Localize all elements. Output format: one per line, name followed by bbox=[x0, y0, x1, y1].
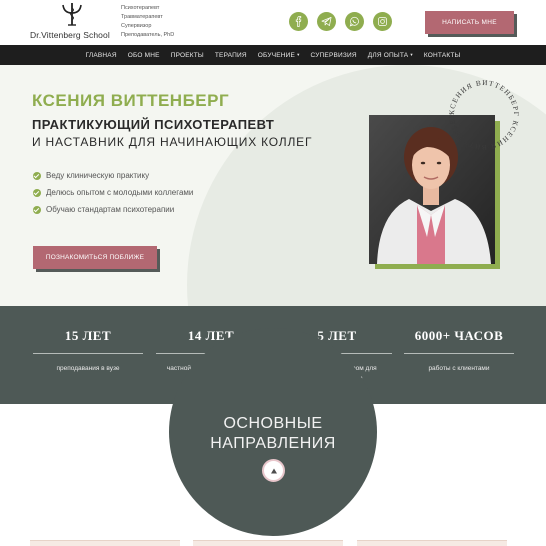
credential-line: Супервизор bbox=[121, 23, 152, 29]
nav-label: ДЛЯ ОПЫТА bbox=[367, 51, 409, 59]
hero-section: КСЕНИЯ ВИТТЕНБЕРГ ПРАКТИКУЮЩИЙ ПСИХОТЕРА… bbox=[0, 65, 546, 306]
logo-name: Dr.Vittenberg School bbox=[30, 30, 110, 40]
logo[interactable]: Dr.Vittenberg School bbox=[30, 2, 116, 42]
nav-item-about[interactable]: ОБО МНЕ bbox=[122, 52, 165, 59]
hero-subtitle: ПРАКТИКУЮЩИЙ ПСИХОТЕРАПЕВТ bbox=[32, 117, 275, 132]
site-header: Dr.Vittenberg School Психотерапевт Травм… bbox=[0, 0, 546, 45]
stat-description: работы с клиентами bbox=[428, 365, 490, 372]
logo-credentials: Психотерапевт Травматерапевт Супервизор … bbox=[121, 4, 174, 40]
learn-more-button[interactable]: ПОЗНАКОМИТЬСЯ ПОБЛИЖЕ bbox=[33, 246, 157, 269]
bullet-text: Делюсь опытом с молодыми коллегами bbox=[46, 188, 194, 197]
stat-value: 15 ЛЕТ bbox=[64, 328, 112, 343]
nav-label: ГЛАВНАЯ bbox=[85, 51, 117, 59]
list-item: Делюсь опытом с молодыми коллегами bbox=[33, 188, 193, 197]
nav-label: ТЕРАПИЯ bbox=[214, 51, 247, 59]
whatsapp-link[interactable] bbox=[345, 12, 364, 31]
rotating-name-badge: КСЕНИЯ ВИТТЕНБЕРГ КСЕНИЯ ВИТТЕНБЕРГ bbox=[444, 75, 520, 151]
nav-item-supervision[interactable]: СУПЕРВИЗИЯ bbox=[305, 52, 362, 59]
check-icon bbox=[33, 205, 41, 214]
svg-text:КСЕНИЯ ВИТТЕНБЕРГ КСЕНИЯ ВИТТЕ: КСЕНИЯ ВИТТЕНБЕРГ КСЕНИЯ ВИТТЕНБЕРГ bbox=[444, 75, 520, 151]
psi-logo-icon bbox=[62, 3, 82, 26]
caret-down-icon: ▾ bbox=[410, 52, 413, 57]
telegram-icon bbox=[321, 17, 332, 26]
nav-item-projects[interactable]: ПРОЕКТЫ bbox=[165, 52, 209, 59]
directions-title-line: НАПРАВЛЕНИЯ bbox=[210, 435, 336, 452]
direction-card[interactable] bbox=[193, 540, 343, 546]
stat-divider bbox=[33, 353, 143, 354]
social-links bbox=[289, 12, 392, 31]
direction-card[interactable] bbox=[30, 540, 180, 546]
facebook-icon bbox=[295, 16, 302, 27]
nav-label: КОНТАКТЫ bbox=[423, 51, 461, 59]
scroll-up-button[interactable] bbox=[262, 459, 285, 482]
nav-item-home[interactable]: ГЛАВНАЯ bbox=[80, 52, 122, 59]
check-icon bbox=[33, 188, 41, 197]
bullet-text: Веду клиническую практику bbox=[46, 171, 150, 180]
facebook-link[interactable] bbox=[289, 12, 308, 31]
credential-line: Травматерапевт bbox=[121, 14, 163, 20]
hero-subtitle-secondary: И НАСТАВНИК ДЛЯ НАЧИНАЮЩИХ КОЛЛЕГ bbox=[32, 135, 313, 149]
telegram-link[interactable] bbox=[317, 12, 336, 31]
circle-text: КСЕНИЯ ВИТТЕНБЕРГ КСЕНИЯ ВИТТЕНБЕРГ bbox=[444, 75, 519, 151]
instagram-icon bbox=[378, 17, 387, 26]
whatsapp-icon bbox=[349, 16, 359, 27]
stat-value: 6000+ ЧАСОВ bbox=[414, 328, 504, 343]
caret-down-icon: ▾ bbox=[297, 52, 300, 57]
hero-bullets: Веду клиническую практику Делюсь опытом … bbox=[33, 171, 193, 222]
list-item: Обучаю стандартам психотерапии bbox=[33, 205, 193, 214]
direction-card[interactable] bbox=[357, 540, 507, 546]
hero-name: КСЕНИЯ ВИТТЕНБЕРГ bbox=[32, 91, 230, 110]
stat-description: преподавания в вузе bbox=[56, 365, 120, 372]
nav-label: ОБУЧЕНИЕ bbox=[257, 51, 296, 59]
instagram-link[interactable] bbox=[373, 12, 392, 31]
write-me-button[interactable]: НАПИСАТЬ МНЕ bbox=[425, 11, 514, 34]
nav-label: СУПЕРВИЗИЯ bbox=[310, 51, 357, 59]
triangle-up-icon bbox=[270, 468, 277, 473]
nav-label: ПРОЕКТЫ bbox=[170, 51, 204, 59]
credential-line: Преподаватель, PhD bbox=[121, 32, 175, 38]
credential-line: Психотерапевт bbox=[121, 5, 160, 11]
main-nav: ГЛАВНАЯ ОБО МНЕ ПРОЕКТЫ ТЕРАПИЯ ОБУЧЕНИЕ… bbox=[0, 45, 546, 65]
directions-title-line: ОСНОВНЫЕ bbox=[223, 415, 323, 432]
check-icon bbox=[33, 171, 41, 180]
directions-title: ОСНОВНЫЕ НАПРАВЛЕНИЯ bbox=[169, 414, 377, 454]
nav-item-training[interactable]: ОБУЧЕНИЕ ▾ bbox=[252, 52, 305, 59]
nav-item-contacts[interactable]: КОНТАКТЫ bbox=[418, 52, 466, 59]
bullet-text: Обучаю стандартам психотерапии bbox=[46, 205, 175, 214]
nav-item-experience[interactable]: ДЛЯ ОПЫТА ▾ bbox=[362, 52, 418, 59]
nav-label: ОБО МНЕ bbox=[127, 51, 160, 59]
stat-divider bbox=[404, 353, 514, 354]
nav-item-therapy[interactable]: ТЕРАПИЯ bbox=[209, 52, 252, 59]
list-item: Веду клиническую практику bbox=[33, 171, 193, 180]
